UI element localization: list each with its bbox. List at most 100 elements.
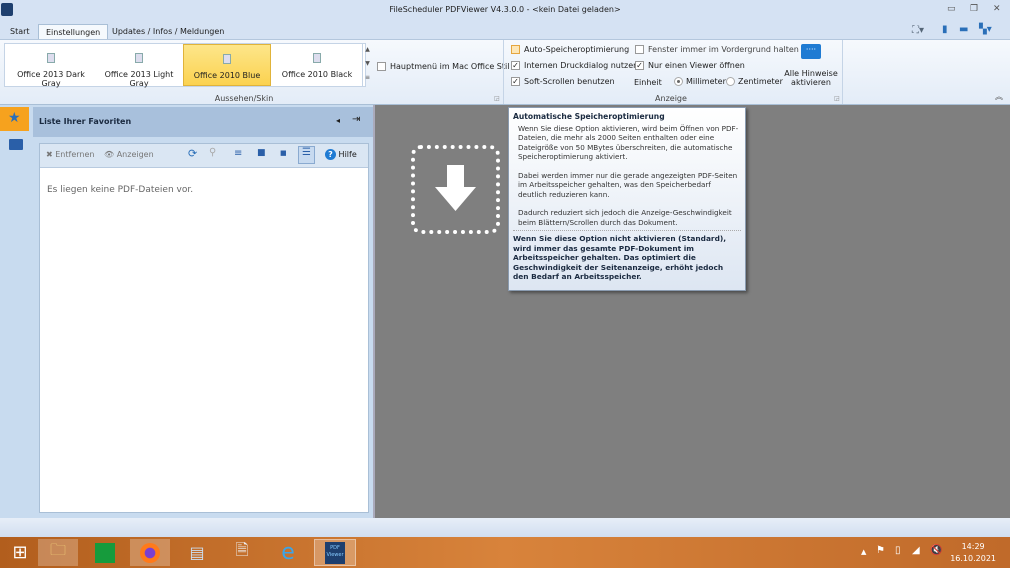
- skin-label: Office 2013 Dark Gray: [17, 70, 85, 88]
- large-icons-icon[interactable]: ■: [257, 148, 266, 158]
- group-label-skin: Aussehen/Skin: [214, 94, 274, 103]
- favorites-list[interactable]: Es liegen keine PDF-Dateien vor.: [39, 143, 369, 513]
- option-label: Soft-Scrollen benutzen: [524, 77, 615, 86]
- checkbox[interactable]: ✓: [511, 77, 520, 86]
- auto-memory-checkbox[interactable]: Auto-Speicheroptimierung: [511, 45, 629, 54]
- fullscreen-icon[interactable]: ⛶▾: [912, 25, 924, 36]
- minimize-button[interactable]: ▭: [947, 4, 956, 14]
- office-icon: [223, 54, 231, 64]
- tooltip: Automatische Speicheroptimierung Wenn Si…: [508, 107, 746, 291]
- x-icon: ✖: [46, 150, 56, 159]
- checkbox[interactable]: ✓: [635, 61, 644, 70]
- radio-millimeter[interactable]: Millimeter: [674, 77, 726, 86]
- skin-label: Office 2013 Light Gray: [104, 70, 174, 88]
- favorites-nav-button[interactable]: ★: [0, 107, 29, 131]
- skin-office-2010-blue[interactable]: Office 2010 Blue: [183, 44, 271, 86]
- star-icon: ★: [8, 110, 21, 126]
- network-icon[interactable]: ◢: [912, 545, 920, 556]
- tile-vertical-icon[interactable]: ▮: [942, 24, 948, 35]
- option-label: Fenster immer im Vordergrund halten: [648, 45, 799, 54]
- restore-button[interactable]: ❐: [970, 4, 978, 14]
- tab-start[interactable]: Start: [3, 24, 37, 40]
- hints-label: Alle Hinweise aktivieren: [784, 69, 838, 87]
- show-button[interactable]: 👁 Anzeigen: [104, 150, 154, 159]
- tooltip-paragraph: Dadurch reduziert sich jedoch die Anzeig…: [518, 208, 732, 227]
- skin-gallery: Office 2013 Dark Gray Office 2013 Light …: [4, 43, 366, 88]
- checkbox[interactable]: [511, 45, 520, 54]
- print-dialog-checkbox[interactable]: ✓ Internen Druckdialog nutzen: [511, 61, 638, 70]
- side-nav: [0, 105, 33, 518]
- close-button[interactable]: ✕: [993, 4, 1001, 14]
- time: 14:29: [961, 542, 985, 551]
- collapse-arrow-icon[interactable]: ◂: [336, 116, 340, 125]
- firefox-icon[interactable]: [130, 539, 170, 566]
- office-icon: [135, 53, 143, 63]
- download-arrow-icon: [435, 165, 476, 211]
- wordpad-icon[interactable]: ▤: [177, 539, 217, 566]
- tab-einstellungen[interactable]: Einstellungen: [38, 24, 109, 40]
- skin-label: Office 2010 Blue: [193, 71, 261, 80]
- dialog-launcher-icon[interactable]: ◲: [494, 95, 500, 102]
- speech-bubble-icon: ····: [801, 44, 821, 59]
- dialog-launcher-icon[interactable]: ◲: [834, 95, 840, 102]
- panel-toolbar: ✖ Entfernen 👁 Anzeigen ⟳ ⚲ ≡ ■ ■ ☰ ? Hil…: [40, 144, 368, 168]
- undock-icon[interactable]: ⇥: [352, 114, 360, 125]
- help-icon: ?: [325, 149, 336, 160]
- battery-icon[interactable]: ▯: [895, 545, 901, 556]
- tab-updates[interactable]: Updates / Infos / Meldungen: [105, 24, 231, 40]
- start-windows-icon[interactable]: ⊞: [0, 539, 40, 566]
- option-label: Auto-Speicheroptimierung: [524, 45, 630, 54]
- single-viewer-checkbox[interactable]: ✓ Nur einen Viewer öffnen: [635, 61, 745, 70]
- internet-explorer-icon[interactable]: e: [268, 539, 308, 566]
- radio[interactable]: [674, 77, 683, 86]
- option-label: Internen Druckdialog nutzen: [524, 61, 639, 70]
- pdf-viewer-icon-text: PDF Viewer: [325, 541, 345, 564]
- ribbon: Office 2013 Dark Gray Office 2013 Light …: [0, 39, 1010, 105]
- remove-button[interactable]: ✖ Entfernen: [46, 150, 94, 159]
- taskbar: ⊞ 🗀 ▤ 🗎 e PDF Viewer ▲ ⚑ ▯ ◢ 🔇: [0, 537, 1010, 568]
- collapse-ribbon-icon[interactable]: ︽: [995, 91, 1003, 102]
- file-explorer-icon[interactable]: 🗀: [38, 539, 78, 566]
- flag-icon[interactable]: ⚑: [876, 545, 885, 556]
- enable-hints-button[interactable]: ···· Alle Hinweise aktivieren: [782, 44, 840, 87]
- always-on-top-checkbox[interactable]: Fenster immer im Vordergrund halten: [635, 45, 799, 54]
- drop-zone[interactable]: [411, 145, 500, 234]
- list-view-icon[interactable]: ≡: [234, 148, 242, 159]
- office-icon: [313, 53, 321, 63]
- checkbox[interactable]: ✓: [511, 61, 520, 70]
- store-icon[interactable]: [85, 539, 125, 566]
- tray-expand-icon[interactable]: ▲: [861, 548, 866, 556]
- panel-title: Liste Ihrer Favoriten: [39, 117, 132, 126]
- help-button[interactable]: ? Hilfe: [325, 149, 357, 160]
- skin-office-2013-light-gray[interactable]: Office 2013 Light Gray: [95, 44, 183, 88]
- group-label-display: Anzeige: [655, 94, 687, 103]
- radio[interactable]: [726, 77, 735, 86]
- refresh-icon[interactable]: ⟳: [188, 147, 197, 160]
- gallery-scroll[interactable]: ▲ ▼ ≡: [362, 43, 372, 87]
- radio-zentimeter[interactable]: Zentimeter: [726, 77, 783, 86]
- radio-label: Millimeter: [686, 77, 726, 86]
- eye-icon: 👁: [104, 150, 117, 159]
- mac-style-label: Hauptmenü im Mac Office Stil: [390, 62, 510, 71]
- details-view-icon[interactable]: ☰: [298, 146, 315, 164]
- volume-muted-icon[interactable]: 🔇: [930, 545, 942, 556]
- search-icon[interactable]: ⚲: [209, 147, 216, 158]
- file-add-icon[interactable]: 🗎: [222, 539, 262, 566]
- soft-scroll-checkbox[interactable]: ✓ Soft-Scrollen benutzen: [511, 77, 615, 86]
- tile-horizontal-icon[interactable]: ▬: [959, 24, 968, 35]
- folder-icon[interactable]: [9, 139, 23, 150]
- empty-message: Es liegen keine PDF-Dateien vor.: [47, 185, 194, 195]
- checkbox[interactable]: [635, 45, 644, 54]
- help-label: Hilfe: [338, 150, 357, 159]
- clock[interactable]: 14:29 16.10.2021: [950, 541, 996, 565]
- small-icons-icon[interactable]: ■: [280, 149, 287, 157]
- checkbox[interactable]: [377, 62, 386, 71]
- skin-office-2010-black[interactable]: Office 2010 Black: [273, 44, 361, 86]
- skin-office-2013-dark-gray[interactable]: Office 2013 Dark Gray: [7, 44, 95, 88]
- unit-label: Einheit: [634, 78, 662, 87]
- cascade-icon[interactable]: ▚▾: [979, 24, 992, 35]
- mac-style-checkbox[interactable]: Hauptmenü im Mac Office Stil: [377, 62, 509, 71]
- pdf-viewer-taskbar-icon[interactable]: PDF Viewer: [314, 539, 356, 566]
- remove-label: Entfernen: [55, 150, 95, 159]
- status-bar: [0, 518, 1010, 537]
